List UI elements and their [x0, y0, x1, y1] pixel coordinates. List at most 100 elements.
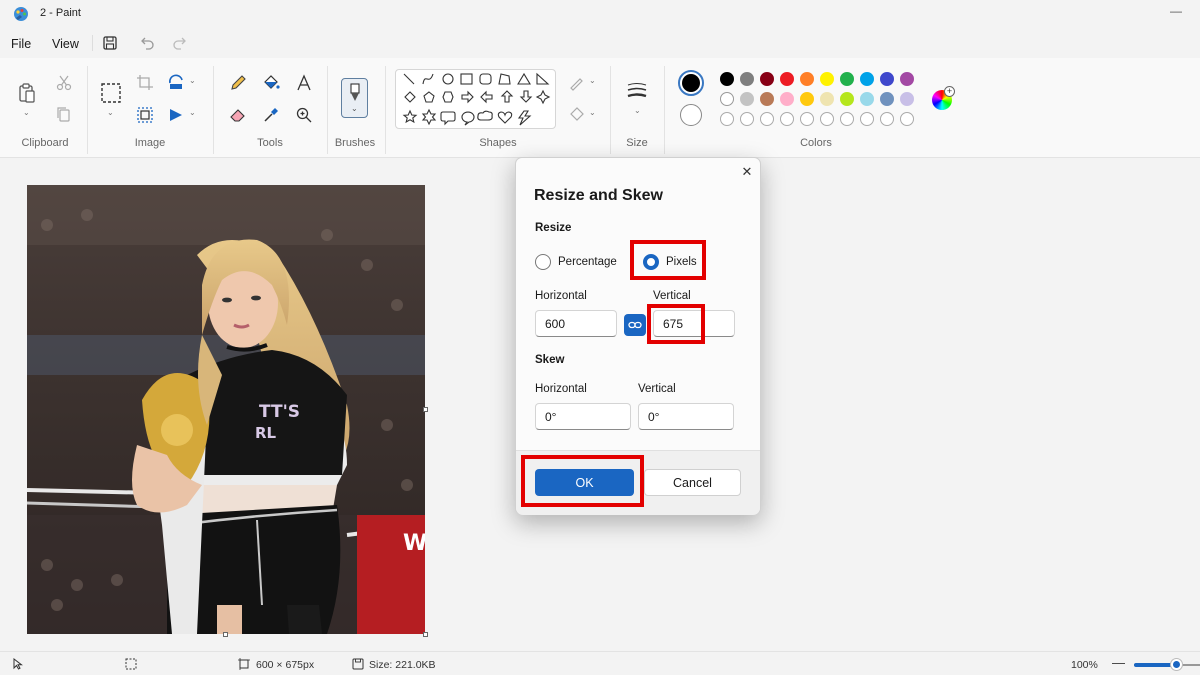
custom-color-slot[interactable] — [840, 112, 854, 126]
down-arrow-shape-icon — [519, 90, 533, 103]
custom-color-slot[interactable] — [800, 112, 814, 126]
pencil-icon[interactable] — [229, 74, 247, 92]
ribbon-divider — [327, 66, 328, 154]
flip-chevron-down-icon[interactable]: ⌄ — [189, 108, 196, 117]
custom-color-slot[interactable] — [820, 112, 834, 126]
skew-horizontal-input[interactable]: 0° — [535, 403, 631, 430]
palette-color-swatch[interactable] — [800, 72, 814, 86]
maintain-aspect-ratio-button[interactable] — [624, 314, 646, 336]
palette-color-swatch[interactable] — [720, 72, 734, 86]
crop-icon[interactable] — [136, 74, 154, 92]
group-label-image: Image — [134, 137, 166, 149]
rectangle-shape-icon — [460, 73, 473, 85]
ok-button[interactable]: OK — [535, 469, 634, 496]
resize-vertical-input[interactable]: 675 — [653, 310, 735, 337]
secondary-color-swatch[interactable] — [680, 104, 702, 126]
size-icon[interactable] — [626, 82, 648, 100]
cancel-button[interactable]: Cancel — [644, 469, 741, 496]
custom-color-slot[interactable] — [720, 112, 734, 126]
palette-color-swatch[interactable] — [900, 72, 914, 86]
shape-fill-chevron-down-icon[interactable]: ⌄ — [589, 108, 596, 117]
link-icon — [628, 321, 642, 329]
undo-icon[interactable] — [139, 35, 155, 51]
resize-handle-bottom[interactable] — [223, 632, 228, 637]
zoom-out-icon[interactable]: — — [1112, 655, 1125, 670]
ribbon-divider — [213, 66, 214, 154]
pixels-radio[interactable] — [643, 254, 659, 270]
flip-icon[interactable] — [167, 106, 185, 124]
zoom-level-text[interactable]: 100% — [1071, 659, 1098, 671]
palette-color-swatch[interactable] — [820, 72, 834, 86]
rotate-chevron-down-icon[interactable]: ⌄ — [189, 76, 196, 85]
eraser-icon[interactable] — [229, 106, 247, 124]
five-point-star-shape-icon — [402, 109, 418, 124]
paste-icon[interactable] — [17, 82, 37, 104]
percentage-radio[interactable] — [535, 254, 551, 270]
resize-icon[interactable] — [136, 106, 154, 124]
palette-color-swatch[interactable] — [740, 92, 754, 106]
add-color-icon[interactable]: + — [944, 86, 955, 97]
palette-color-swatch[interactable] — [800, 92, 814, 106]
close-icon[interactable]: ✕ — [740, 164, 754, 180]
save-icon[interactable] — [102, 35, 118, 51]
palette-color-swatch[interactable] — [840, 92, 854, 106]
paste-chevron-down-icon[interactable]: ⌄ — [23, 108, 30, 117]
color-picker-icon[interactable] — [262, 106, 280, 124]
palette-color-swatch[interactable] — [880, 72, 894, 86]
custom-color-slot[interactable] — [900, 112, 914, 126]
outline-chevron-down-icon[interactable]: ⌄ — [589, 76, 596, 85]
primary-color-swatch[interactable] — [678, 70, 704, 96]
triangle-shape-icon — [517, 72, 531, 85]
left-arrow-shape-icon — [480, 90, 493, 104]
size-chevron-down-icon[interactable]: ⌄ — [634, 106, 641, 115]
select-chevron-down-icon[interactable]: ⌄ — [107, 108, 114, 117]
text-icon[interactable] — [295, 74, 313, 92]
magnifier-icon[interactable] — [295, 106, 313, 124]
outline-icon[interactable] — [568, 74, 586, 92]
dialog-title: Resize and Skew — [534, 187, 663, 204]
palette-color-swatch[interactable] — [780, 92, 794, 106]
palette-color-swatch[interactable] — [760, 92, 774, 106]
diamond-shape-icon — [404, 91, 416, 103]
palette-color-swatch[interactable] — [760, 72, 774, 86]
canvas-image[interactable]: W TT'S RL — [27, 185, 425, 634]
group-label-colors: Colors — [800, 137, 832, 149]
resize-handle-right[interactable] — [423, 407, 428, 412]
custom-color-slot[interactable] — [760, 112, 774, 126]
palette-color-swatch[interactable] — [860, 92, 874, 106]
svg-text:W: W — [403, 531, 425, 556]
skew-horizontal-label: Horizontal — [535, 383, 587, 395]
menu-view[interactable]: View — [52, 37, 79, 51]
redo-icon[interactable] — [172, 35, 188, 51]
cut-icon[interactable] — [55, 74, 73, 92]
skew-vertical-input[interactable]: 0° — [638, 403, 734, 430]
custom-color-slot[interactable] — [860, 112, 874, 126]
rotate-icon[interactable] — [167, 74, 185, 92]
six-point-star-shape-icon — [421, 108, 437, 126]
select-rectangle-icon[interactable] — [100, 82, 122, 104]
brushes-button[interactable]: ⌄ — [341, 78, 368, 118]
custom-color-slot[interactable] — [740, 112, 754, 126]
zoom-slider-thumb[interactable] — [1171, 659, 1182, 670]
palette-color-swatch[interactable] — [780, 72, 794, 86]
palette-color-swatch[interactable] — [740, 72, 754, 86]
fill-bucket-icon[interactable] — [262, 74, 280, 92]
palette-color-swatch[interactable] — [840, 72, 854, 86]
ribbon-toolbar: ⌄ Clipboard ⌄ ⌄ ⌄ Image Tools ⌄ Brushes … — [0, 58, 1200, 158]
menu-file[interactable]: File — [11, 37, 31, 51]
palette-color-swatch[interactable] — [720, 92, 734, 106]
resize-horizontal-input[interactable]: 600 — [535, 310, 617, 337]
custom-color-slot[interactable] — [780, 112, 794, 126]
palette-color-swatch[interactable] — [880, 92, 894, 106]
cloud-callout-shape-icon — [477, 110, 493, 121]
resize-handle-corner[interactable] — [423, 632, 428, 637]
palette-color-swatch[interactable] — [900, 92, 914, 106]
custom-color-slot[interactable] — [880, 112, 894, 126]
minimize-button[interactable]: — — [1170, 4, 1182, 18]
palette-color-swatch[interactable] — [860, 72, 874, 86]
copy-icon[interactable] — [55, 106, 73, 124]
status-bar: 600 × 675px Size: 221.0KB 100% — — [0, 651, 1200, 675]
right-triangle-shape-icon — [536, 72, 550, 85]
shape-fill-icon[interactable] — [568, 106, 586, 124]
palette-color-swatch[interactable] — [820, 92, 834, 106]
